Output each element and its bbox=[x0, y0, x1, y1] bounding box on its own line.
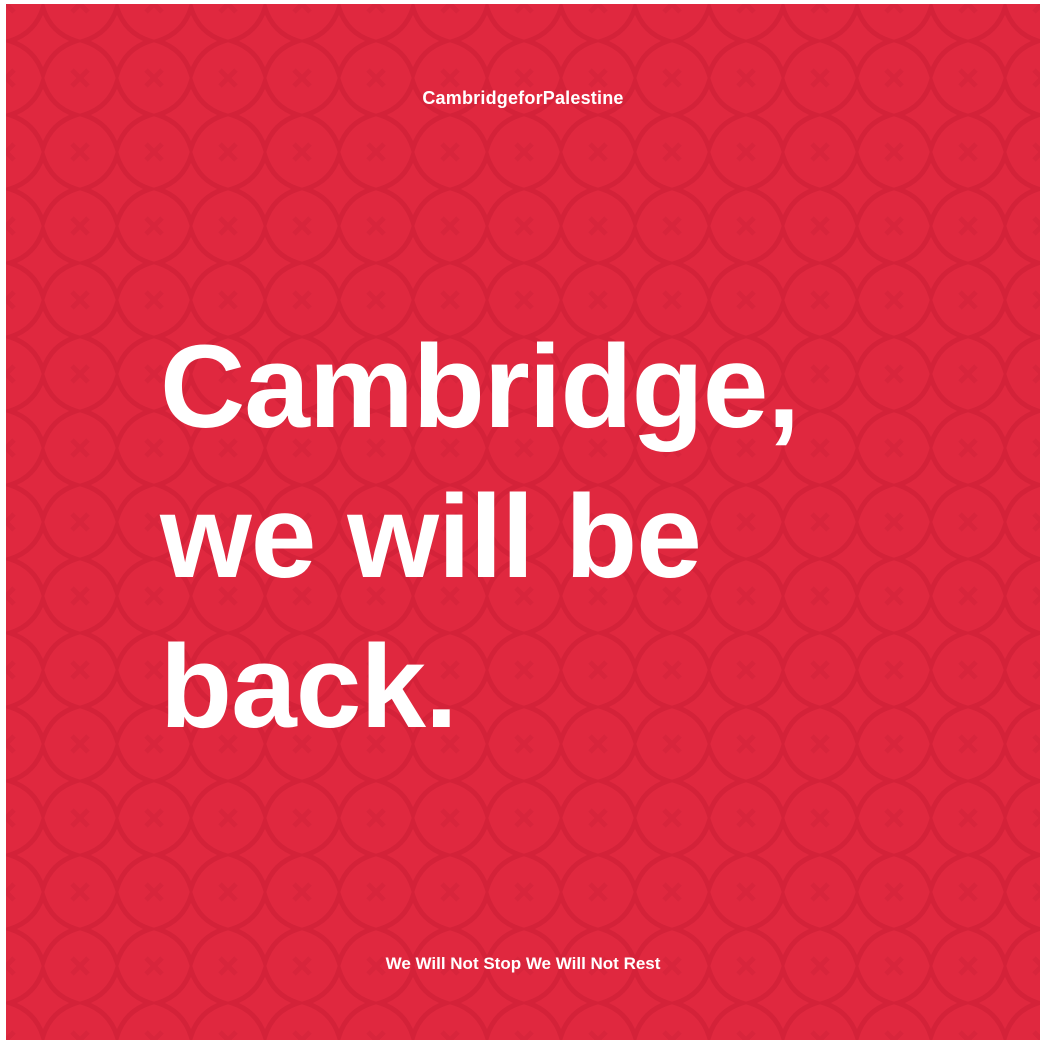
poster: CambridgeforPalestine Cambridge, we will… bbox=[6, 4, 1040, 1040]
headline-line-1: Cambridge, bbox=[160, 321, 800, 453]
headline: Cambridge, we will be back. bbox=[160, 312, 1020, 762]
account-handle: CambridgeforPalestine bbox=[422, 88, 624, 108]
headline-line-2: we will be bbox=[160, 471, 702, 603]
tagline: We Will Not Stop We Will Not Rest bbox=[385, 954, 661, 973]
headline-line-3: back. bbox=[160, 621, 458, 753]
